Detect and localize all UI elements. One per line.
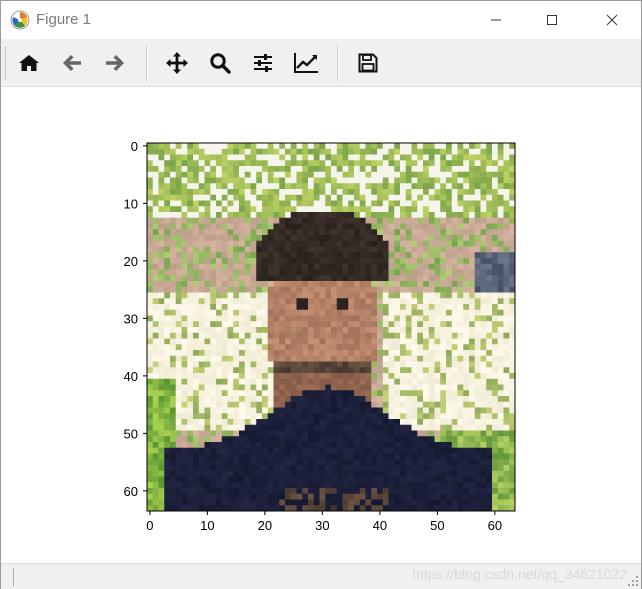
floppy-disk-icon: [358, 53, 378, 73]
pan-button[interactable]: [161, 47, 193, 79]
y-tick-label: 60: [124, 484, 138, 499]
x-tick-label: 10: [200, 518, 214, 533]
matplotlib-logo-icon: [10, 10, 30, 30]
maximize-button[interactable]: [529, 1, 575, 39]
status-grip: [13, 568, 16, 586]
toolbar-separator: [337, 45, 339, 81]
toolbar: [1, 39, 641, 87]
x-tick-label: 50: [430, 518, 444, 533]
y-tick-label: 40: [124, 369, 138, 384]
arrow-right-icon: [106, 55, 124, 71]
x-tick-label: 60: [488, 518, 502, 533]
magnifier-icon: [210, 53, 231, 74]
sliders-icon: [254, 54, 272, 72]
home-icon: [19, 55, 39, 71]
status-bar: https://blog.csdn.net/qq_34621022: [1, 563, 641, 589]
image-axes[interactable]: 0 10 20 30 40 50 60 0 10 20 30 40 50 60: [1, 87, 641, 563]
save-button[interactable]: [352, 47, 384, 79]
figure-canvas[interactable]: 0 10 20 30 40 50 60 0 10 20 30 40 50 60: [1, 87, 641, 563]
y-tick-label: 20: [124, 254, 138, 269]
edit-axes-button[interactable]: [290, 47, 322, 79]
window-title: Figure 1: [36, 11, 92, 28]
minimize-icon: [491, 19, 501, 21]
y-tick-label: 50: [124, 426, 138, 441]
arrow-left-icon: [63, 55, 81, 71]
x-tick-label: 20: [258, 518, 272, 533]
toolbar-grip[interactable]: [5, 47, 8, 79]
resize-grip-icon[interactable]: [627, 575, 639, 587]
y-axis: 0 10 20 30 40 50 60: [124, 139, 147, 499]
pixel-image: [147, 143, 516, 512]
x-axis: 0 10 20 30 40 50 60: [146, 511, 502, 533]
x-tick-label: 0: [146, 518, 153, 533]
close-icon: [606, 14, 618, 26]
subplots-button[interactable]: [247, 47, 279, 79]
close-button[interactable]: [589, 1, 635, 39]
maximize-icon: [547, 15, 557, 25]
toolbar-separator: [146, 45, 148, 81]
back-button[interactable]: [56, 47, 88, 79]
move-icon: [166, 52, 188, 74]
y-tick-label: 30: [124, 311, 138, 326]
minimize-button[interactable]: [473, 1, 519, 39]
y-tick-label: 10: [124, 196, 138, 211]
home-button[interactable]: [13, 47, 45, 79]
watermark-text: https://blog.csdn.net/qq_34621022: [412, 566, 627, 582]
line-chart-icon: [294, 53, 318, 73]
title-bar: Figure 1: [1, 1, 641, 39]
y-tick-label: 0: [131, 139, 138, 154]
x-tick-label: 40: [373, 518, 387, 533]
forward-button[interactable]: [99, 47, 131, 79]
figure-window: Figure 1 0 10 20 30 40 50 60 0 10 20 30 …: [0, 0, 642, 589]
zoom-button[interactable]: [204, 47, 236, 79]
x-tick-label: 30: [315, 518, 329, 533]
